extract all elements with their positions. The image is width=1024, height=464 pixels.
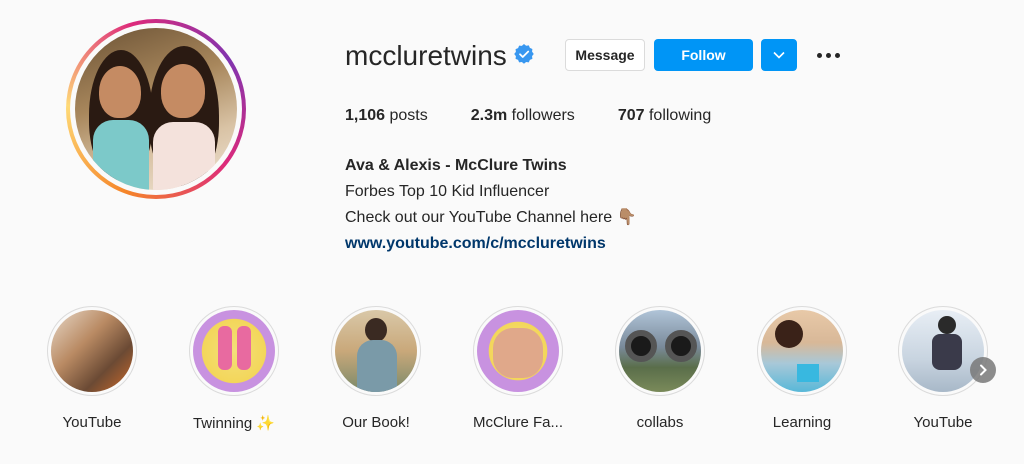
highlight-label: collabs	[636, 414, 684, 431]
profile-avatar[interactable]	[66, 19, 246, 199]
chevron-down-icon	[773, 51, 785, 59]
dot-icon	[816, 52, 822, 58]
followers-count: 2.3m	[470, 107, 508, 124]
highlight-item[interactable]: Our Book!	[316, 306, 436, 431]
highlight-item[interactable]: YouTube	[32, 306, 152, 431]
highlight-cover[interactable]	[615, 306, 705, 396]
highlight-item[interactable]: Twinning ✨	[174, 306, 294, 432]
posts-label: posts	[389, 107, 428, 124]
highlight-label: Twinning ✨	[192, 415, 276, 432]
avatar-border	[70, 23, 242, 195]
highlights-next-button[interactable]	[970, 357, 996, 383]
bio-link[interactable]: www.youtube.com/c/mccluretwins	[345, 231, 637, 257]
highlight-image	[619, 310, 701, 392]
highlight-figure	[493, 328, 543, 378]
highlight-cover[interactable]	[47, 306, 137, 396]
avatar-face-right	[161, 64, 205, 118]
highlight-cover[interactable]	[757, 306, 847, 396]
posts-count: 1,106	[345, 107, 386, 124]
bio-line: Check out our YouTube Channel here 👇🏽	[345, 209, 637, 226]
profile-username: mccluretwins	[345, 40, 507, 71]
highlight-cover[interactable]	[898, 306, 988, 396]
suggested-accounts-button[interactable]	[761, 39, 797, 71]
highlight-label: YouTube	[913, 414, 973, 431]
highlight-cover[interactable]	[331, 306, 421, 396]
message-button[interactable]: Message	[565, 39, 645, 71]
following-count: 707	[617, 107, 645, 124]
chevron-right-icon	[980, 364, 987, 376]
bio-name: Ava & Alexis - McClure Twins	[345, 157, 567, 174]
highlight-figure	[625, 330, 657, 362]
followers-stat[interactable]: 2.3m followers	[471, 107, 575, 125]
following-label: following	[648, 107, 712, 124]
highlight-image	[335, 310, 417, 392]
highlight-label: YouTube	[62, 414, 122, 431]
highlight-figure	[665, 330, 697, 362]
highlight-figure	[775, 320, 803, 348]
following-stat[interactable]: 707 following	[618, 107, 711, 125]
profile-bio: Ava & Alexis - McClure Twins Forbes Top …	[345, 153, 637, 257]
highlight-figure	[938, 316, 956, 334]
options-button[interactable]	[815, 44, 841, 66]
bio-line: Forbes Top 10 Kid Influencer	[345, 183, 550, 200]
profile-stats: 1,106 posts 2.3m followers 707 following	[345, 107, 754, 125]
highlight-image	[761, 310, 843, 392]
verified-badge-icon	[514, 44, 534, 64]
highlight-figure	[932, 334, 962, 370]
highlight-image	[51, 310, 133, 392]
follow-button[interactable]: Follow	[654, 39, 753, 71]
dot-icon	[825, 52, 831, 58]
highlight-cover[interactable]	[473, 306, 563, 396]
highlight-image	[193, 310, 275, 392]
posts-stat: 1,106 posts	[345, 107, 428, 125]
highlight-figure	[237, 326, 251, 370]
followers-label: followers	[511, 107, 575, 124]
avatar-shirt-right	[153, 122, 215, 190]
highlight-item[interactable]: Learning	[742, 306, 862, 431]
highlight-item[interactable]: McClure Fa...	[458, 306, 578, 431]
highlight-label: Learning	[772, 414, 832, 431]
highlight-figure	[365, 318, 387, 342]
highlight-image	[477, 310, 559, 392]
highlight-image	[902, 310, 984, 392]
highlight-figure	[797, 364, 819, 382]
highlight-label: McClure Fa...	[472, 414, 563, 431]
avatar-shirt-left	[93, 120, 149, 190]
highlight-figure	[357, 340, 397, 392]
highlight-item[interactable]: collabs	[600, 306, 720, 431]
dot-icon	[834, 52, 840, 58]
highlight-figure	[218, 326, 232, 370]
highlight-cover[interactable]	[189, 306, 279, 396]
highlight-label: Our Book!	[342, 414, 410, 431]
avatar-face-left	[99, 66, 141, 118]
avatar-photo	[75, 28, 237, 190]
